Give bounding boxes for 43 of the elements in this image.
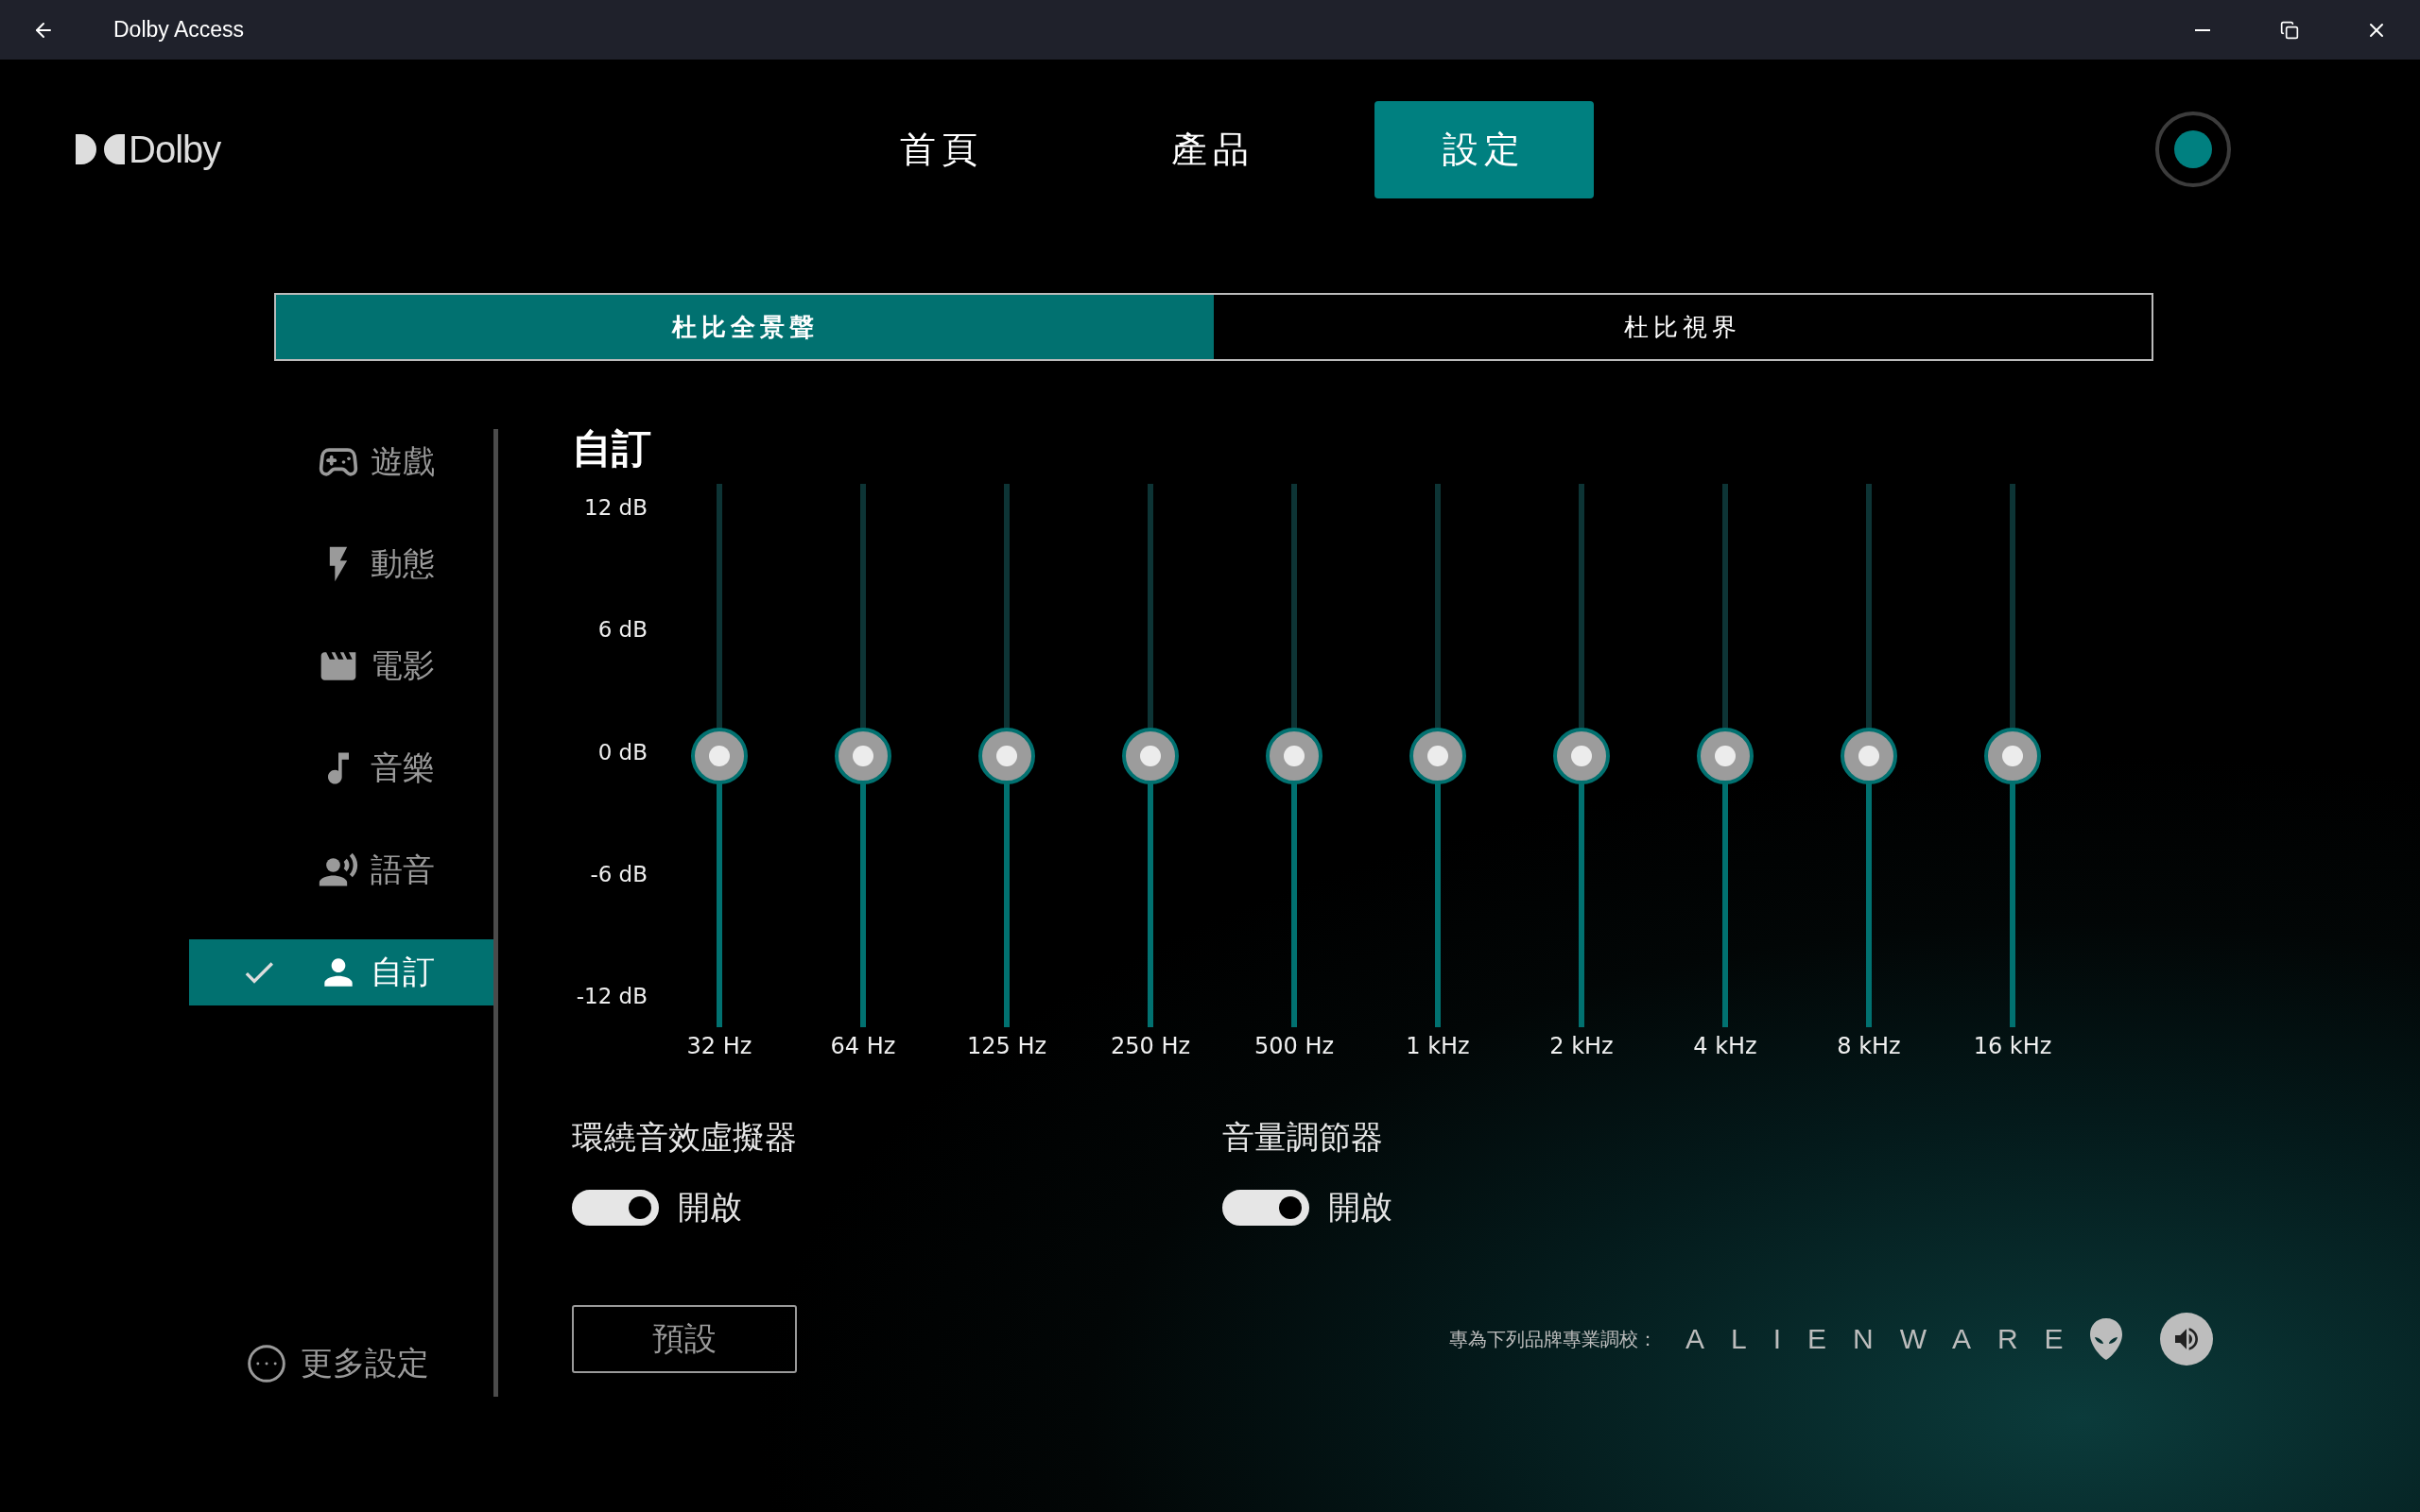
frequency-label: 125 Hz — [966, 1033, 1047, 1059]
frequency-label: 1 kHz — [1406, 1033, 1470, 1059]
profile-item[interactable]: 音樂 — [189, 735, 493, 801]
frequency-label: 32 Hz — [686, 1033, 752, 1059]
profile-item[interactable]: 電影 — [189, 633, 493, 699]
logo-text: Dolby — [129, 128, 221, 171]
db-scale-label: -6 dB — [590, 861, 648, 886]
sub-tab[interactable]: 杜比全景聲 — [276, 295, 1214, 359]
tuned-for-label: 專為下列品牌專業調校： — [1449, 1326, 1657, 1352]
profile-item[interactable]: 語音 — [189, 837, 493, 903]
frequency-label: 250 Hz — [1110, 1033, 1191, 1059]
toggle-switch[interactable] — [572, 1190, 659, 1226]
toggle-switch[interactable] — [1222, 1190, 1309, 1226]
nav-tab[interactable]: 設定 — [1374, 100, 1594, 198]
reset-button[interactable]: 預設 — [572, 1305, 797, 1373]
minimize-icon — [2195, 28, 2210, 31]
alien-head-icon — [2089, 1318, 2122, 1360]
profile-item[interactable]: 自訂 — [189, 939, 493, 1005]
db-scale-label: -12 dB — [576, 984, 648, 1008]
db-scale-label: 12 dB — [584, 495, 648, 520]
profile-item[interactable]: 動態 — [189, 531, 493, 597]
switch-state-label: 開啟 — [1328, 1187, 1392, 1228]
frequency-label: 500 Hz — [1253, 1033, 1335, 1059]
db-scale-label: 6 dB — [597, 617, 648, 643]
frequency-label: 64 Hz — [830, 1033, 896, 1059]
more-settings-link[interactable]: 更多設定 — [189, 1342, 493, 1385]
nav-tab[interactable]: 產品 — [1103, 100, 1322, 198]
frequency-label: 2 kHz — [1549, 1033, 1614, 1059]
more-icon — [246, 1343, 287, 1384]
equalizer-title: 自訂 — [572, 429, 652, 469]
restore-icon — [2280, 20, 2299, 40]
frequency-label: 16 kHz — [1973, 1033, 2052, 1059]
nav-tab[interactable]: 首頁 — [832, 100, 1051, 198]
switch-state-label: 開啟 — [678, 1187, 742, 1228]
switch-title: 環繞音效虛擬器 — [572, 1117, 798, 1158]
frequency-label: 8 kHz — [1837, 1033, 1901, 1059]
double-d-logo-icon — [76, 134, 125, 164]
window-title: Dolby Access — [113, 17, 246, 43]
switch-title: 音量調節器 — [1222, 1117, 1384, 1158]
brand-wordmark: ALIENWARE — [1685, 1323, 2090, 1355]
profile-item[interactable]: 遊戲 — [189, 429, 493, 495]
db-scale-label: 0 dB — [597, 739, 648, 765]
frequency-label: 4 kHz — [1693, 1033, 1757, 1059]
